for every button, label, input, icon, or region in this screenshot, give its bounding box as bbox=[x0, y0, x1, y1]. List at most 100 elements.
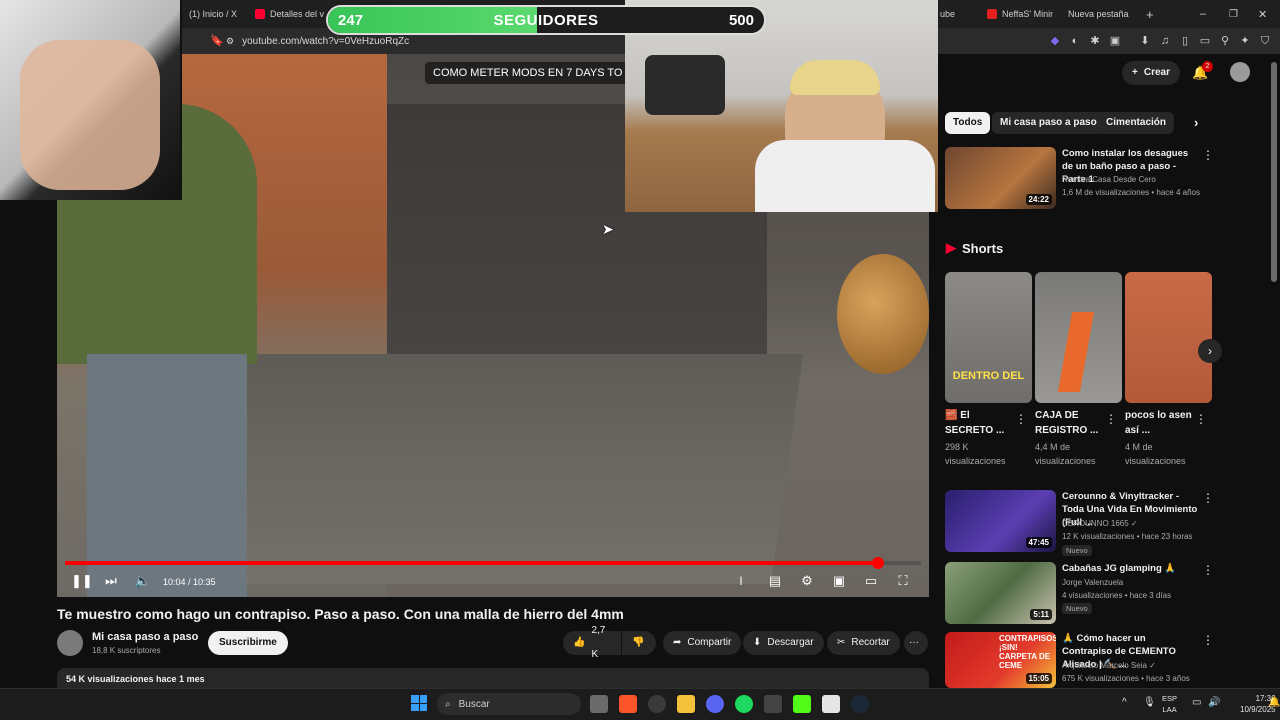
extension-icon[interactable]: ◐ bbox=[1068, 34, 1082, 48]
bookmark-icon[interactable]: 🔖 bbox=[210, 34, 224, 48]
description-box[interactable]: 54 K visualizaciones hace 1 mes bbox=[57, 668, 929, 690]
discord-icon[interactable] bbox=[706, 695, 724, 713]
volume-button[interactable]: 🔈 bbox=[133, 571, 153, 591]
autoplay-toggle[interactable]: ⏽ bbox=[731, 571, 751, 591]
folder-icon[interactable] bbox=[677, 695, 695, 713]
create-button[interactable]: + Crear bbox=[1122, 61, 1180, 85]
chip-foundation[interactable]: Cimentación bbox=[1098, 112, 1175, 134]
kick-icon[interactable] bbox=[793, 695, 811, 713]
chevron-right-icon[interactable]: › bbox=[1186, 112, 1206, 134]
fullscreen-button[interactable]: ⛶ bbox=[893, 571, 913, 591]
new-badge: Nuevo bbox=[1062, 603, 1092, 614]
miniplayer-button[interactable]: ▣ bbox=[829, 571, 849, 591]
scrollbar-thumb[interactable] bbox=[1271, 62, 1277, 282]
shorts-heading: ▶ Shorts bbox=[946, 240, 1003, 256]
windows-start-icon[interactable] bbox=[411, 695, 427, 711]
short-thumbnail[interactable]: DENTRO DEL bbox=[945, 272, 1032, 403]
progress-scrubber[interactable] bbox=[872, 557, 885, 569]
microphone-icon[interactable]: 🎙 bbox=[1143, 697, 1156, 708]
video-thumbnail[interactable]: 5:11 bbox=[945, 562, 1056, 624]
video-thumbnail[interactable]: 47:45 bbox=[945, 490, 1056, 552]
video-thumbnail[interactable]: 24:22 bbox=[945, 147, 1056, 209]
recommendation-channel[interactable]: CEROUNNO 1665 ✓ bbox=[1062, 518, 1138, 530]
shorts-next-button[interactable]: › bbox=[1198, 339, 1222, 363]
extensions-icon[interactable]: ⚲ bbox=[1218, 34, 1232, 48]
video-thumbnail[interactable]: CONTRAPISOS ¡SIN! CARPETA DE CEME 15:05 bbox=[945, 632, 1056, 688]
more-icon[interactable]: ⋮ bbox=[1202, 563, 1214, 577]
recommendation-channel[interactable]: Jorge Valenzuela bbox=[1062, 577, 1123, 589]
task-view-icon[interactable] bbox=[590, 695, 608, 713]
star-icon[interactable]: ✦ bbox=[1238, 34, 1252, 48]
pause-button[interactable]: ❚❚ bbox=[71, 571, 93, 591]
short-thumbnail[interactable] bbox=[1125, 272, 1212, 403]
new-badge: Nuevo bbox=[1062, 545, 1092, 556]
more-icon[interactable]: ⋮ bbox=[1202, 148, 1214, 162]
tab-x[interactable]: (1) Inicio / X bbox=[189, 4, 249, 24]
music-icon[interactable]: ♫ bbox=[1158, 34, 1172, 48]
short-views: 4 M de visualizaciones bbox=[1125, 442, 1186, 466]
short-title[interactable]: CAJA DE REGISTRO ... bbox=[1035, 408, 1105, 438]
channel-name[interactable]: Mi casa paso a paso bbox=[92, 631, 198, 643]
hand-webcam bbox=[0, 0, 182, 200]
shield-icon[interactable]: ⛉ bbox=[1258, 34, 1272, 48]
clip-button[interactable]: ✂ Recortar bbox=[827, 631, 900, 655]
recommendation-channel[interactable]: Arquitecto Marcelo Seia ✓ bbox=[1062, 660, 1156, 672]
close-icon[interactable]: ✕ bbox=[1258, 4, 1268, 24]
language-indicator[interactable]: ESP LAA bbox=[1162, 693, 1177, 715]
share-button[interactable]: ➦ Compartir bbox=[663, 631, 742, 655]
short-thumbnail[interactable] bbox=[1035, 272, 1122, 403]
monitor-icon[interactable]: ▭ bbox=[1192, 697, 1201, 708]
notification-icon[interactable]: 🔔 bbox=[1268, 697, 1280, 708]
recommendation-title[interactable]: Cabañas JG glamping 🙏 bbox=[1062, 562, 1198, 575]
minimize-icon[interactable]: – bbox=[1200, 4, 1210, 24]
sidebar-icon[interactable]: ▯ bbox=[1178, 34, 1192, 48]
tab-youtube[interactable]: ube bbox=[940, 4, 966, 24]
taskbar-search[interactable]: ⌕ Buscar bbox=[437, 693, 581, 715]
tab-neffas[interactable]: NeffaS' Minin bbox=[987, 4, 1053, 24]
hands bbox=[20, 40, 160, 190]
duration-badge: 47:45 bbox=[1025, 537, 1052, 548]
site-settings-icon[interactable]: ⚙ bbox=[226, 36, 234, 47]
maximize-icon[interactable]: ❐ bbox=[1229, 4, 1239, 24]
like-button[interactable]: 👍 2,7 K bbox=[563, 625, 621, 660]
thumbs-down-icon: 👎 bbox=[632, 637, 645, 648]
tab-details[interactable]: Detalles del v bbox=[255, 4, 325, 24]
more-icon[interactable]: ⋮ bbox=[1105, 412, 1117, 426]
new-tab-button[interactable]: + bbox=[1146, 4, 1156, 24]
github-icon[interactable] bbox=[648, 695, 666, 713]
more-actions-button[interactable]: ··· bbox=[904, 631, 928, 655]
download-icon[interactable]: ⬇ bbox=[1138, 34, 1152, 48]
chip-channel[interactable]: Mi casa paso a paso bbox=[992, 112, 1105, 134]
settings-button[interactable]: ⚙ bbox=[797, 571, 817, 591]
tab-label: NeffaS' Minin bbox=[1002, 9, 1053, 19]
extension-icon[interactable]: ◆ bbox=[1048, 34, 1062, 48]
chevron-up-icon[interactable]: ^ bbox=[1122, 697, 1127, 708]
editor-icon[interactable] bbox=[764, 695, 782, 713]
more-icon[interactable]: ⋮ bbox=[1202, 633, 1214, 647]
theater-button[interactable]: ▭ bbox=[861, 571, 881, 591]
wallet-icon[interactable]: ▭ bbox=[1198, 34, 1212, 48]
progress-bar[interactable] bbox=[65, 557, 921, 569]
spotify-icon[interactable] bbox=[735, 695, 753, 713]
download-button[interactable]: ⬇ Descargar bbox=[743, 631, 824, 655]
extension-icon[interactable]: ✱ bbox=[1088, 34, 1102, 48]
more-icon[interactable]: ⋮ bbox=[1202, 491, 1214, 505]
brave-icon[interactable] bbox=[619, 695, 637, 713]
short-title[interactable]: pocos lo asen así ... bbox=[1125, 408, 1195, 438]
avatar[interactable] bbox=[1230, 62, 1250, 82]
store-icon[interactable] bbox=[822, 695, 840, 713]
next-button[interactable]: ⏭ bbox=[101, 571, 121, 591]
tab-new[interactable]: Nueva pestaña bbox=[1068, 4, 1132, 24]
recommendation-channel[interactable]: Nuestra Casa Desde Cero bbox=[1062, 174, 1156, 186]
dislike-button[interactable]: 👎 bbox=[622, 631, 656, 655]
chip-all[interactable]: Todos bbox=[945, 112, 991, 134]
subtitles-button[interactable]: ▤ bbox=[765, 571, 785, 591]
more-icon[interactable]: ⋮ bbox=[1195, 412, 1207, 426]
steam-icon[interactable] bbox=[851, 695, 869, 713]
subscribe-button[interactable]: Suscribirme bbox=[208, 631, 288, 655]
speaker-icon[interactable]: 🔊 bbox=[1208, 697, 1220, 708]
more-icon[interactable]: ⋮ bbox=[1015, 412, 1027, 426]
short-title[interactable]: 🧱 El SECRETO ... bbox=[945, 408, 1015, 438]
extension-icon[interactable]: ▣ bbox=[1108, 34, 1122, 48]
channel-avatar[interactable] bbox=[57, 630, 83, 656]
